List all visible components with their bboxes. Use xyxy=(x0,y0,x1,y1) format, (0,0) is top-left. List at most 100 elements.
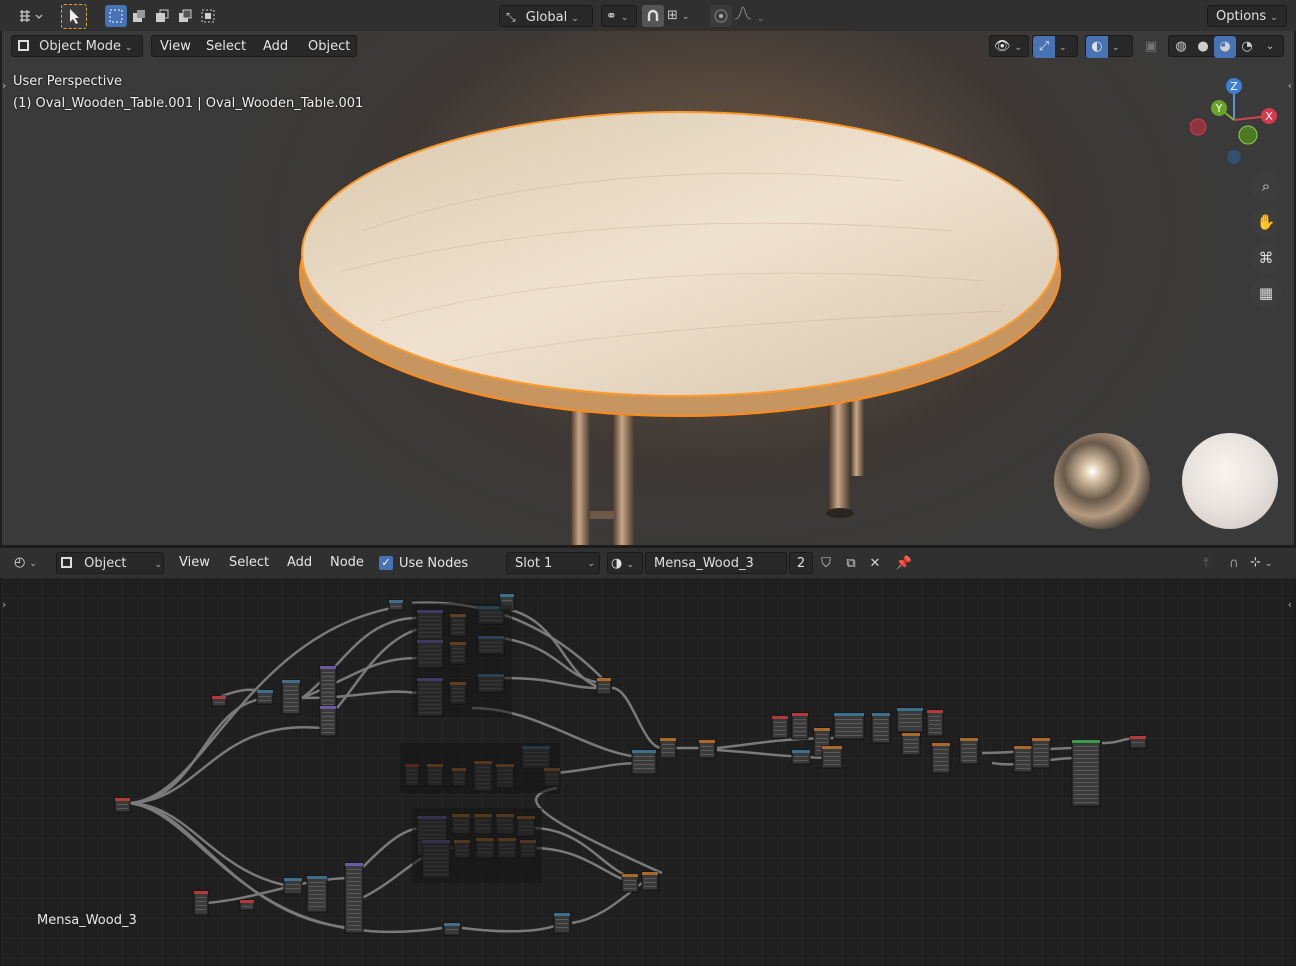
navigation-gizmo[interactable]: Z X Y xyxy=(1190,76,1280,166)
shader-node[interactable] xyxy=(931,742,951,774)
viewport-menu-bar: View Select Add Object xyxy=(151,35,357,57)
shader-node[interactable] xyxy=(621,873,639,893)
shader-node[interactable] xyxy=(926,709,944,737)
view-menu[interactable]: View xyxy=(154,36,197,58)
shader-node[interactable] xyxy=(256,689,274,705)
shader-node[interactable] xyxy=(901,732,921,756)
node-select-menu[interactable]: Select xyxy=(223,552,275,574)
node-editor-type-dropdown[interactable]: ◴ ⌄ xyxy=(14,552,48,574)
shader-node[interactable] xyxy=(1071,739,1101,807)
node-node-menu[interactable]: Node xyxy=(324,552,370,574)
shader-node[interactable] xyxy=(114,797,131,813)
shader-node[interactable] xyxy=(344,862,364,934)
new-material-copy-icon[interactable]: ⧉ xyxy=(840,552,862,574)
rendered-shading-icon[interactable]: ◔ xyxy=(1236,36,1258,58)
chevron-down-icon: ⌄ xyxy=(29,559,37,569)
shader-node[interactable] xyxy=(1013,745,1033,773)
snap-magnet-icon[interactable] xyxy=(642,5,664,27)
toolbar-expand-arrow-icon[interactable]: › xyxy=(2,79,6,92)
node-editor-canvas[interactable]: › ‹ Mensa_Wood_3 xyxy=(2,578,1294,964)
sidebar-expand-arrow-icon[interactable]: ‹ xyxy=(1288,79,1292,92)
shader-node[interactable] xyxy=(193,890,209,916)
chevron-down-icon[interactable]: ⌄ xyxy=(1259,36,1281,58)
shader-node[interactable] xyxy=(239,899,255,911)
shader-node[interactable] xyxy=(1129,735,1147,749)
transform-orientation-dropdown[interactable]: ⤡ Global ⌄ xyxy=(499,5,593,27)
node-add-menu[interactable]: Add xyxy=(281,552,318,574)
pan-hand-icon[interactable]: ✋ xyxy=(1251,207,1281,237)
object-menu[interactable]: Object xyxy=(302,36,356,58)
select-box-subtract-icon[interactable] xyxy=(151,5,173,27)
options-dropdown[interactable]: Options ⌄ xyxy=(1207,5,1287,27)
material-browse-dropdown[interactable]: ◑ ⌄ xyxy=(607,552,643,574)
material-label: Mensa_Wood_3 xyxy=(37,913,137,928)
node-view-menu[interactable]: View xyxy=(173,552,216,574)
visibility-dropdown[interactable]: 👁 ⌄ xyxy=(989,35,1029,57)
shader-node[interactable] xyxy=(596,677,612,695)
shader-node[interactable] xyxy=(388,599,404,611)
shader-node[interactable] xyxy=(698,739,716,759)
shader-node[interactable] xyxy=(1031,737,1051,769)
3d-viewport[interactable]: Object Mode ⌄ View Select Add Object 👁 ⌄ ⤢… xyxy=(2,31,1294,545)
proportional-editing-icon[interactable] xyxy=(710,5,732,27)
shader-node[interactable] xyxy=(631,749,657,775)
shader-node[interactable] xyxy=(659,737,677,759)
xray-toggle-icon[interactable]: ▣ xyxy=(1140,35,1162,57)
shader-node[interactable] xyxy=(319,705,337,737)
shader-node[interactable] xyxy=(443,922,461,936)
fake-user-shield-icon[interactable]: ⛉ xyxy=(815,552,837,574)
wireframe-shading-icon[interactable]: ◍ xyxy=(1170,36,1192,58)
snap-grid-icon: ⊹ xyxy=(1250,555,1261,570)
material-name-field[interactable]: Mensa_Wood_3 xyxy=(645,552,787,574)
tweak-tool-button[interactable] xyxy=(61,4,87,29)
shader-node[interactable] xyxy=(896,707,924,733)
unlink-close-icon[interactable]: ✕ xyxy=(864,552,886,574)
shader-node[interactable] xyxy=(641,871,659,891)
shader-type-label: Object xyxy=(84,556,127,571)
pin-icon[interactable]: 📌 xyxy=(893,552,915,574)
proportional-falloff-dropdown[interactable]: ⌄ xyxy=(733,5,771,27)
snap-target-dropdown[interactable]: ⊞ ⌄ xyxy=(665,5,703,27)
shader-node[interactable] xyxy=(959,737,979,765)
user-count-button[interactable]: 2 xyxy=(789,552,813,574)
perspective-toggle-icon[interactable]: ▦ xyxy=(1251,278,1281,308)
select-box-intersect-icon[interactable] xyxy=(197,5,219,27)
node-snap-magnet-icon[interactable]: ∩ xyxy=(1223,552,1245,574)
camera-view-icon[interactable]: ⌘ xyxy=(1251,243,1281,273)
slot-dropdown[interactable]: Slot 1 ⌄ xyxy=(506,552,600,574)
chevron-down-icon: ⌄ xyxy=(620,13,629,23)
solid-shading-icon[interactable]: ● xyxy=(1192,36,1214,58)
shader-node[interactable] xyxy=(283,877,303,895)
node-snap-element-dropdown[interactable]: ⊹ ⌄ xyxy=(1250,552,1286,574)
material-preview-shading-icon[interactable]: ◕ xyxy=(1214,36,1236,58)
shader-node[interactable] xyxy=(771,715,789,739)
chevron-down-icon: ⌄ xyxy=(1112,43,1120,53)
pivot-point-dropdown[interactable]: ⚭ ⌄ xyxy=(601,5,637,27)
select-box-extend-icon[interactable] xyxy=(128,5,150,27)
shader-node[interactable] xyxy=(553,912,571,934)
node-graph[interactable] xyxy=(2,578,1294,964)
parent-node-tree-icon[interactable]: ⤒ xyxy=(1195,552,1217,574)
zoom-icon[interactable]: ⌕ xyxy=(1251,171,1281,201)
shader-type-dropdown[interactable]: Object ⌄ xyxy=(56,552,164,574)
node-sidebar-expand-arrow-icon[interactable]: ‹ xyxy=(1288,598,1292,611)
shader-node[interactable] xyxy=(211,695,227,707)
select-box-invert-icon[interactable] xyxy=(174,5,196,27)
mode-dropdown[interactable]: Object Mode ⌄ xyxy=(11,35,143,57)
shader-node[interactable] xyxy=(281,679,301,715)
shader-node[interactable] xyxy=(833,712,865,740)
overlays-dropdown[interactable]: ◐ ⌄ xyxy=(1085,35,1133,58)
shader-node[interactable] xyxy=(791,712,809,740)
use-nodes-checkbox[interactable]: ✓ xyxy=(379,556,393,570)
add-menu[interactable]: Add xyxy=(257,36,294,58)
select-box-new-icon[interactable] xyxy=(105,5,127,27)
node-toolbar-expand-arrow-icon[interactable]: › xyxy=(2,598,6,611)
gizmo-dropdown[interactable]: ⤢ ⌄ xyxy=(1032,35,1078,58)
editor-type-icon[interactable] xyxy=(14,5,48,27)
shader-node[interactable] xyxy=(871,712,891,744)
gizmo-x-label: X xyxy=(1265,110,1273,123)
shader-node[interactable] xyxy=(791,749,811,765)
shader-node[interactable] xyxy=(306,875,328,913)
shader-node[interactable] xyxy=(821,745,843,769)
select-menu[interactable]: Select xyxy=(200,36,252,58)
